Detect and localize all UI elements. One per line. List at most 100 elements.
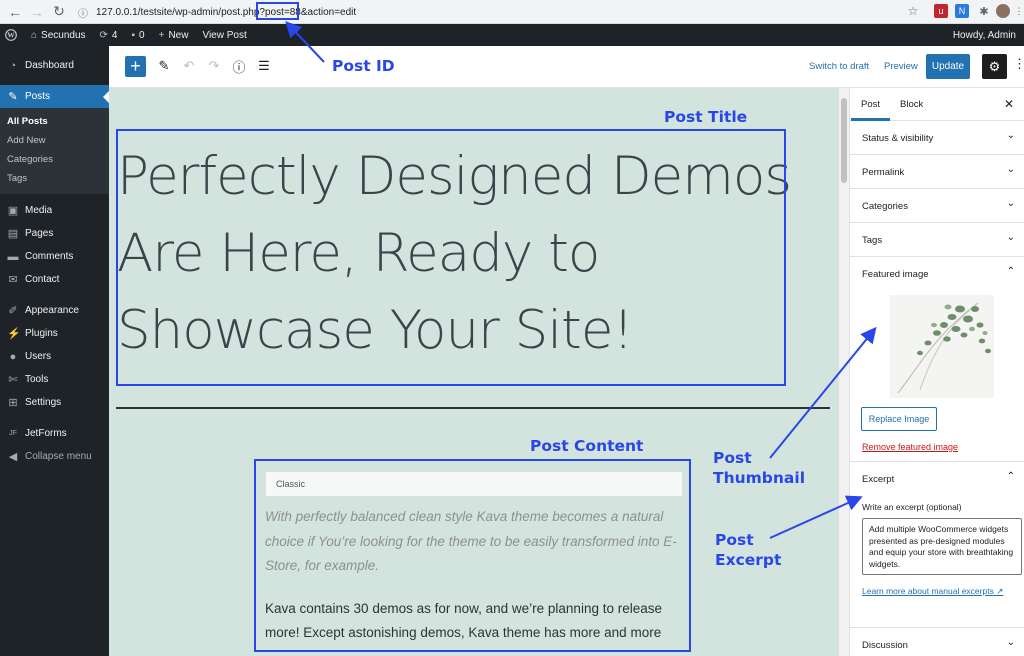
undo-icon[interactable]: ↶ [180,57,198,75]
submenu-all-posts[interactable]: All Posts [0,112,109,131]
admin-sidebar: ◔ Dashboard ✎ Posts All Posts Add New Ca… [0,46,109,656]
menu-collapse[interactable]: ◀ Collapse menu [0,445,109,468]
site-name-link[interactable]: ⌂ Secundus [24,24,93,46]
section-tags[interactable]: Tags ⌄ [850,223,1024,257]
submenu-add-new[interactable]: Add New [0,131,109,150]
chevron-up-icon[interactable]: ⌃ [1007,266,1015,277]
featured-image-thumbnail[interactable] [890,295,994,398]
post-title-highlight-box [116,129,786,386]
menu-tools[interactable]: ✄ Tools [0,368,109,391]
close-icon[interactable]: ✕ [1004,97,1014,111]
section-categories[interactable]: Categories ⌄ [850,189,1024,223]
annotation-post-excerpt-line1: Post [715,531,754,549]
annotation-post-thumbnail-line2: Thumbnail [713,469,806,487]
chevron-up-icon[interactable]: ⌃ [1007,471,1015,482]
post-content-highlight-box [254,459,691,652]
remove-featured-image-link[interactable]: Remove featured image [862,442,958,452]
info-icon[interactable]: ⓘ [78,5,88,20]
extension-icon[interactable]: N [955,4,969,18]
comment-bubble-icon: ▪ [131,29,136,41]
puzzle-extensions-icon[interactable]: ✱ [977,4,991,18]
menu-contact[interactable]: ✉ Contact [0,268,109,291]
settings-gear-icon[interactable]: ⚙ [982,54,1007,79]
reload-icon[interactable]: ↻ [48,1,70,23]
replace-image-button[interactable]: Replace Image [861,407,937,431]
annotation-post-title: Post Title [664,108,748,126]
updates-icon: ⟳ [99,29,108,41]
url-text: 127.0.0.1/testsite/wp-admin/post.php?pos… [96,6,357,18]
switch-to-draft-button[interactable]: Switch to draft [809,61,869,72]
forward-arrow-icon[interactable]: → [26,1,48,23]
browser-toolbar: ← → ↻ ⓘ 127.0.0.1/testsite/wp-admin/post… [0,0,1024,24]
separator-block[interactable] [116,407,830,409]
media-icon: ▣ [7,205,19,217]
appearance-icon: ✐ [8,305,18,317]
pages-icon: ▤ [7,228,19,240]
submenu-tags[interactable]: Tags [0,169,109,188]
comments-link[interactable]: ▪ 0 [124,24,151,46]
profile-avatar-icon[interactable] [996,4,1010,18]
redo-icon[interactable]: ↷ [205,57,223,75]
plugins-icon: ⚡ [7,328,21,340]
annotation-post-id: Post ID [332,57,395,75]
browser-menu-icon[interactable]: ⋮ [1012,4,1024,18]
list-view-icon[interactable]: ☰ [255,57,273,75]
annotation-post-content: Post Content [530,437,644,455]
section-permalink[interactable]: Permalink ⌄ [850,155,1024,189]
section-status-visibility[interactable]: Status & visibility ⌄ [850,121,1024,155]
menu-posts[interactable]: ✎ Posts [0,85,109,108]
learn-more-excerpts-link[interactable]: Learn more about manual excerpts ↗ [862,586,1003,597]
menu-pages[interactable]: ▤ Pages [0,222,109,245]
address-bar[interactable]: ⓘ 127.0.0.1/testsite/wp-admin/post.php?p… [78,3,926,21]
menu-appearance[interactable]: ✐ Appearance [0,299,109,322]
menu-media[interactable]: ▣ Media [0,199,109,222]
menu-plugins[interactable]: ⚡ Plugins [0,322,109,345]
menu-users[interactable]: ● Users [0,345,109,368]
update-button[interactable]: Update [926,54,970,79]
external-link-icon: ↗ [996,586,1004,596]
pencil-tools-icon[interactable]: ✎ [155,57,173,75]
panel-tabs: Post Block ✕ [850,88,1024,121]
scrollbar-thumb[interactable] [841,98,847,183]
ublock-extension-icon[interactable]: u [934,4,948,18]
chevron-down-icon: ⌄ [1006,130,1015,141]
wp-admin-bar: W ⌂ Secundus ⟳ 4 ▪ 0 + New View Post How… [0,24,1024,46]
excerpt-help-text: Write an excerpt (optional) [862,502,962,512]
menu-jetforms[interactable]: JF JetForms [0,422,109,445]
plus-icon: + [158,29,165,41]
menu-dashboard[interactable]: ◔ Dashboard [0,54,109,77]
settings-icon: ⊞ [8,397,18,409]
chevron-down-icon: ⌄ [1006,637,1015,648]
tab-post[interactable]: Post [850,99,891,121]
howdy-user-link[interactable]: Howdy, Admin [953,24,1016,46]
tab-block[interactable]: Block [900,99,923,110]
menu-settings[interactable]: ⊞ Settings [0,391,109,414]
jetforms-icon: JF [9,430,17,437]
canvas-scrollbar[interactable] [838,88,849,656]
star-icon[interactable]: ☆ [906,4,920,18]
submenu-categories[interactable]: Categories [0,150,109,169]
annotation-post-thumbnail-line1: Post [713,449,752,467]
preview-button[interactable]: Preview [884,61,918,72]
chevron-down-icon: ⌄ [1006,164,1015,175]
new-content-link[interactable]: + New [152,24,196,46]
chevron-down-icon: ⌄ [1006,232,1015,243]
settings-sidebar: Post Block ✕ Status & visibility ⌄ Perma… [849,88,1024,656]
home-icon: ⌂ [31,29,38,41]
excerpt-textarea[interactable]: Add multiple WooCommerce widgets present… [862,518,1022,575]
wordpress-logo-icon[interactable]: W [0,24,24,46]
pin-icon: ✎ [8,91,18,103]
menu-comments[interactable]: ▬ Comments [0,245,109,268]
info-details-icon[interactable]: ⓘ [230,57,248,75]
comments-icon: ▬ [7,250,19,263]
post-id-highlight-box [256,2,299,20]
more-options-icon[interactable]: ⋮ [1013,56,1024,72]
view-post-link[interactable]: View Post [195,24,253,46]
section-discussion[interactable]: Discussion ⌄ [850,628,1024,656]
updates-link[interactable]: ⟳ 4 [93,24,125,46]
contact-icon: ✉ [8,274,18,286]
back-arrow-icon[interactable]: ← [4,1,26,23]
annotation-post-excerpt-line2: Excerpt [715,551,782,569]
dashboard-icon: ◔ [9,59,17,72]
add-block-button[interactable]: + [125,56,146,77]
